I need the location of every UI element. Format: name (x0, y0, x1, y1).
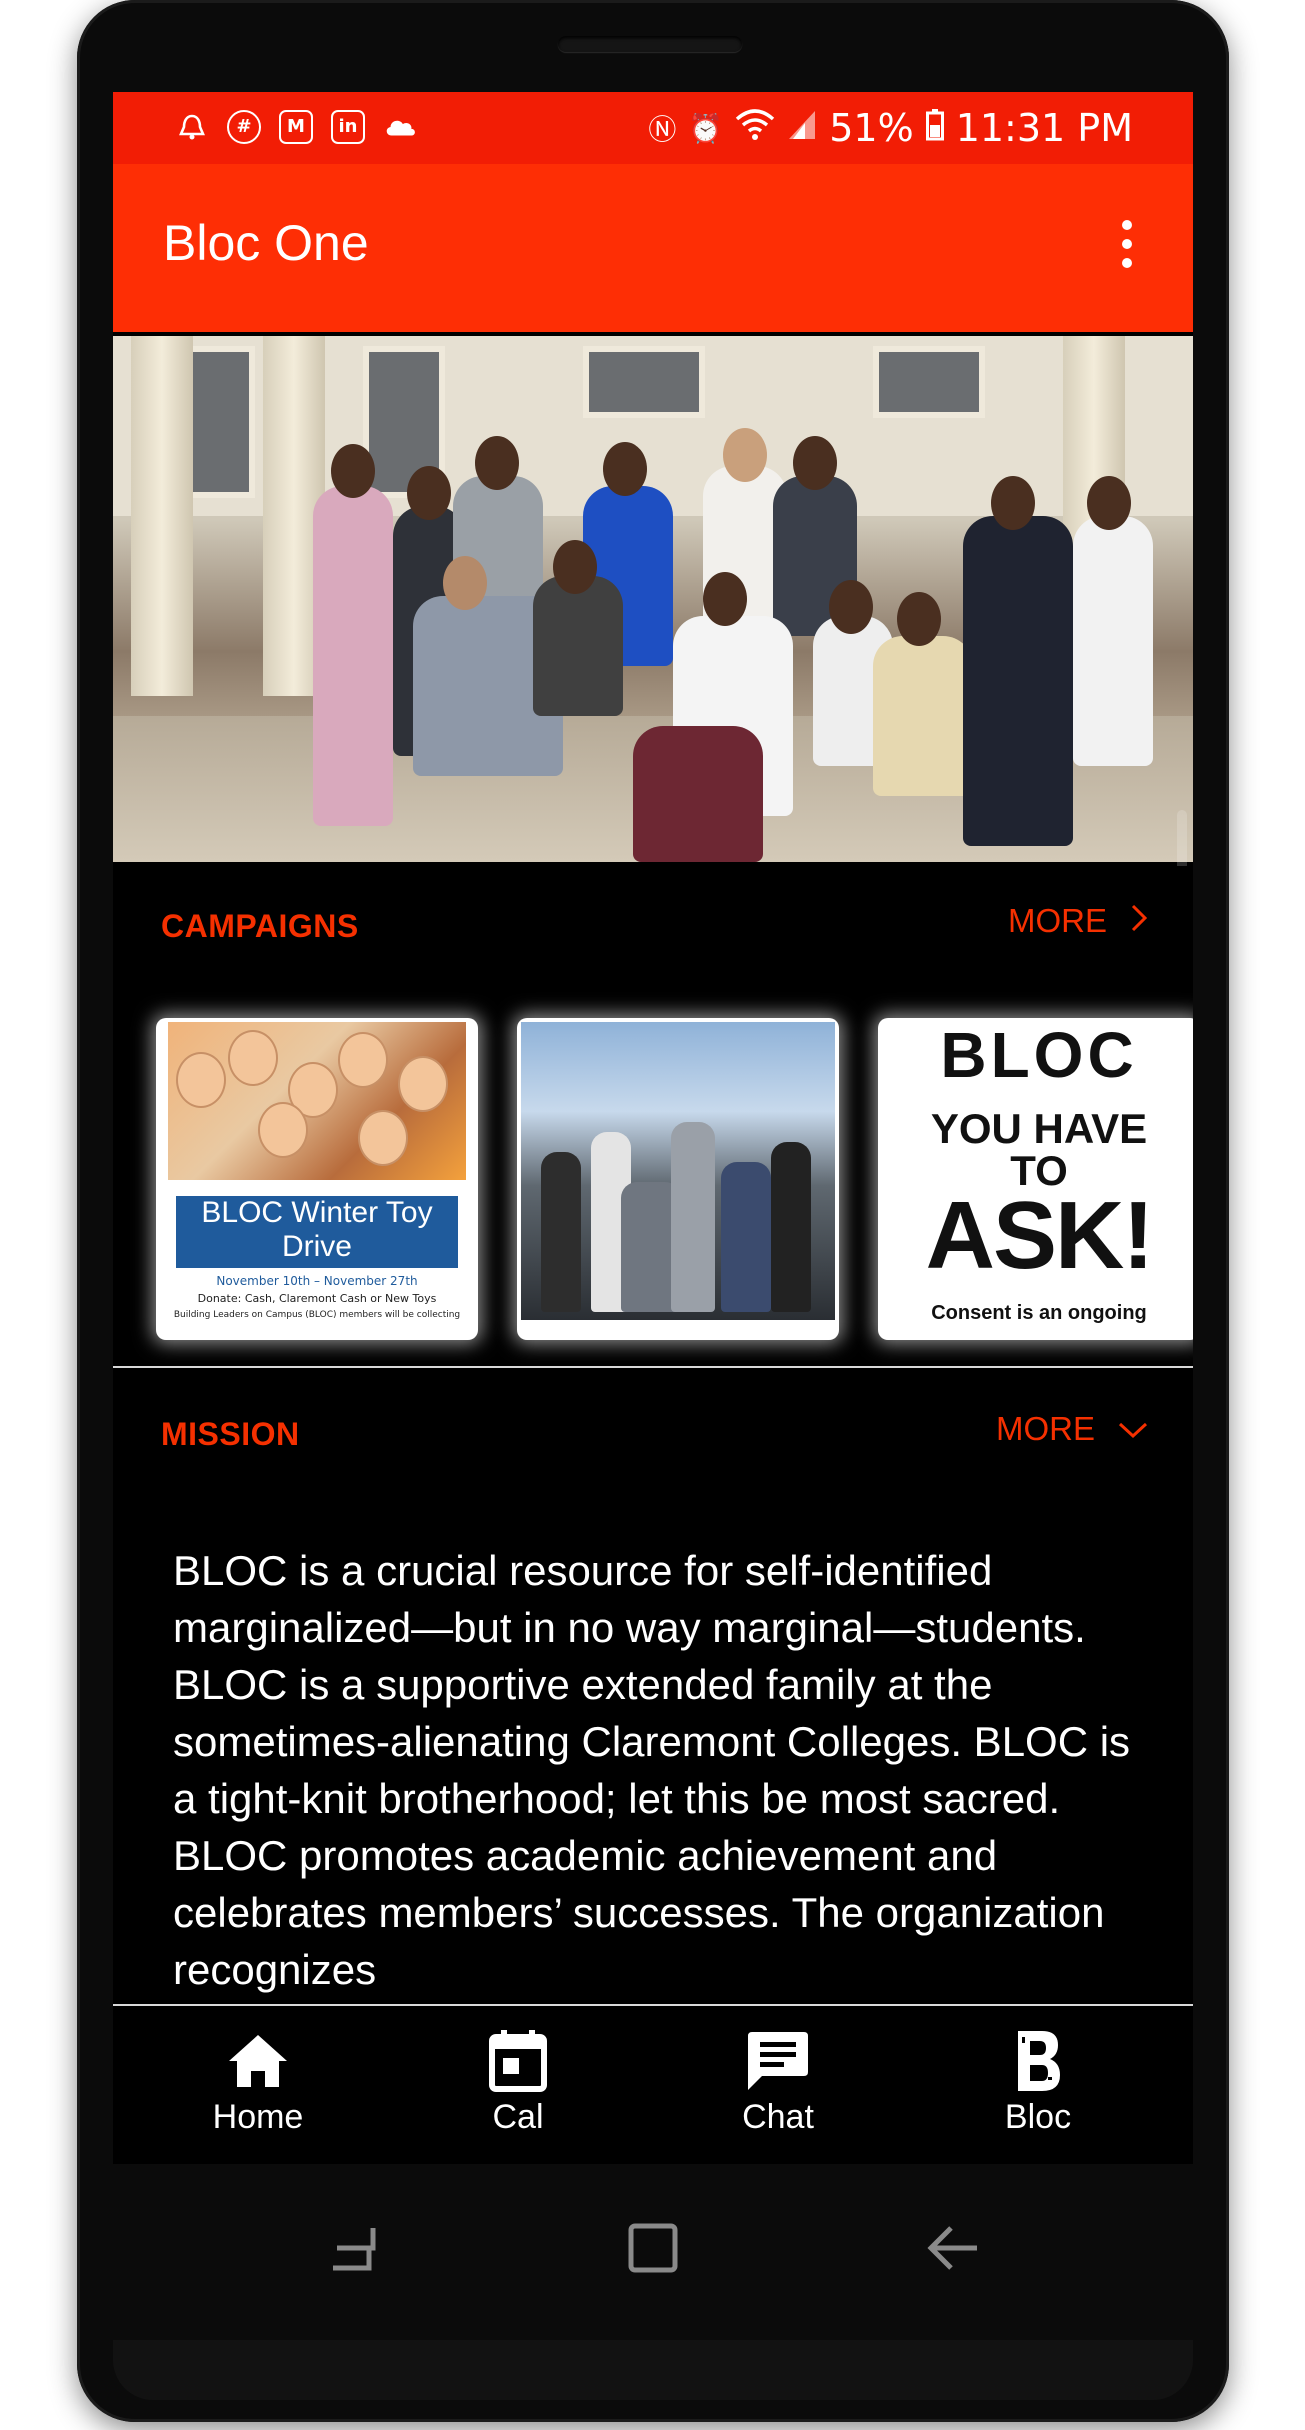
toy-drive-dates: November 10th – November 27th (216, 1274, 418, 1288)
system-status: Ⓝ ⏰ 51% 11:31 PM (648, 106, 1133, 150)
home-icon (158, 2026, 358, 2096)
bottom-navigation: Home Cal Chat Bloc (113, 2004, 1193, 2164)
app-bar: Bloc One (113, 164, 1193, 332)
poster-headline: ASK! (925, 1182, 1155, 1289)
campaign-card-consent[interactable]: BLOC YOU HAVE TO ASK! Consent is an ongo… (878, 1018, 1193, 1340)
app-title: Bloc One (163, 215, 369, 271)
nfc-icon: Ⓝ (648, 113, 677, 146)
more-label: MORE (996, 1410, 1095, 1447)
campaigns-title: CAMPAIGNS (161, 908, 359, 944)
mission-header: MISSION MORE (113, 1374, 1193, 1504)
nav-chat-label: Chat (742, 2098, 814, 2136)
hero-group-photo (113, 336, 1193, 862)
linkedin-icon: in (331, 110, 365, 144)
chevron-down-icon (1117, 1412, 1149, 1446)
nav-bloc-label: Bloc (1004, 2098, 1072, 2136)
overflow-menu-icon[interactable] (1117, 220, 1137, 276)
chevron-right-icon (1129, 903, 1149, 939)
mission-title: MISSION (161, 1416, 300, 1452)
signal-icon (787, 106, 817, 150)
toy-drive-fine-print: Building Leaders on Campus (BLOC) member… (173, 1310, 461, 1320)
nav-cal-label: Cal (492, 2098, 544, 2136)
campaign-card-toy-drive[interactable]: BLOC Winter Toy Drive November 10th – No… (156, 1018, 478, 1340)
notification-icons: # M in (175, 110, 417, 144)
calendar-icon (418, 2026, 618, 2096)
slack-icon: # (227, 110, 261, 144)
recents-icon[interactable] (323, 2218, 383, 2278)
campaigns-header: CAMPAIGNS MORE (113, 866, 1193, 996)
chat-icon (678, 2026, 878, 2096)
clock-time: 11:31 PM (955, 106, 1133, 150)
gmail-icon: M (279, 110, 313, 144)
bloc-icon (938, 2026, 1138, 2096)
wifi-icon (735, 106, 775, 150)
cloud-icon (383, 110, 417, 144)
children-photo (168, 1022, 466, 1180)
mission-body[interactable]: BLOC is a crucial resource for self-iden… (113, 1502, 1193, 2004)
alarm-clock-icon: ⏰ (688, 111, 724, 145)
nav-home[interactable]: Home (158, 2026, 358, 2137)
mission-more-button[interactable]: MORE (996, 1410, 1149, 1448)
classroom-photo (521, 1022, 835, 1320)
system-navigation-bar (113, 2166, 1193, 2316)
home-square-icon[interactable] (623, 2218, 683, 2278)
more-label: MORE (1008, 902, 1107, 939)
status-bar: # M in Ⓝ ⏰ 51% 11:31 PM (113, 92, 1193, 164)
nav-chat[interactable]: Chat (678, 2026, 878, 2137)
battery-percent: 51% (829, 106, 914, 150)
battery-icon (925, 106, 944, 150)
earpiece-speaker (558, 36, 742, 52)
back-icon[interactable] (923, 2218, 983, 2278)
phone-chin (113, 2340, 1193, 2400)
mission-text: BLOC is a crucial resource for self-iden… (173, 1547, 1131, 1993)
campaigns-more-button[interactable]: MORE (1008, 902, 1149, 940)
phone-frame: # M in Ⓝ ⏰ 51% 11:31 PM Bloc One CAMPAIG… (77, 0, 1229, 2422)
poster-line-1: YOU HAVE (930, 1105, 1148, 1152)
toy-drive-banner: BLOC Winter Toy Drive (176, 1196, 458, 1268)
toy-drive-donate: Donate: Cash, Claremont Cash or New Toys (197, 1292, 437, 1305)
alarm-icon (175, 110, 209, 144)
app-screen: # M in Ⓝ ⏰ 51% 11:31 PM Bloc One CAMPAIG… (113, 92, 1193, 2164)
campaign-card-group-photo[interactable] (517, 1018, 839, 1340)
nav-cal[interactable]: Cal (418, 2026, 618, 2137)
campaigns-carousel[interactable]: BLOC Winter Toy Drive November 10th – No… (113, 994, 1193, 1368)
nav-bloc[interactable]: Bloc (938, 2026, 1138, 2137)
poster-footer: Consent is an ongoing (931, 1302, 1147, 1324)
bloc-logo-text: BLOC (940, 1019, 1138, 1091)
nav-home-label: Home (212, 2098, 304, 2136)
